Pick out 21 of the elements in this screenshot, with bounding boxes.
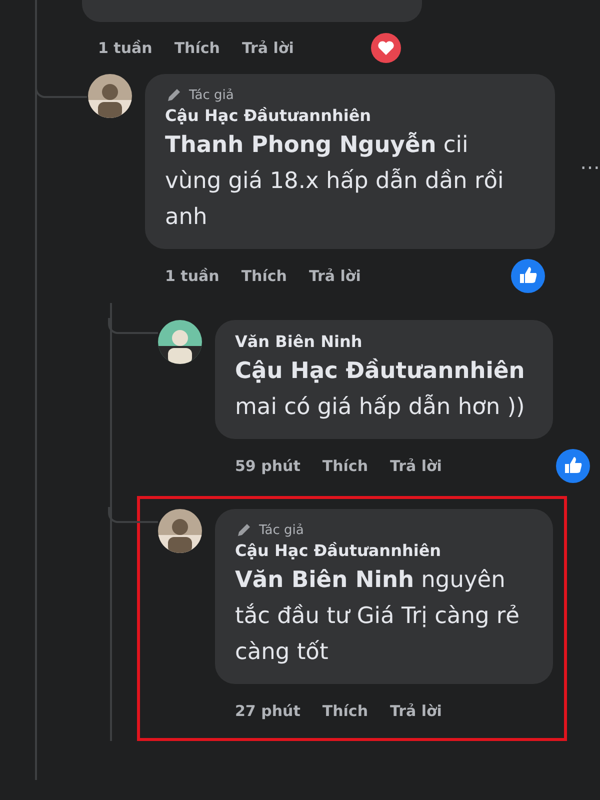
time-text[interactable]: 59 phút xyxy=(235,457,300,475)
time-text[interactable]: 1 tuần xyxy=(165,267,220,285)
reply-link[interactable]: Trả lời xyxy=(390,702,442,720)
author-label: Tác giả xyxy=(189,88,234,102)
author-label: Tác giả xyxy=(259,522,304,538)
like-link[interactable]: Thích xyxy=(174,39,220,57)
like-link[interactable]: Thích xyxy=(322,457,368,475)
time-text[interactable]: 27 phút xyxy=(235,702,300,720)
comment-text: Văn Biên Ninh nguyên tắc đầu tư Giá Trị càng rẻ càng tốt xyxy=(235,566,521,667)
comment-text: Thanh Phong Nguyễn cii vùng giá 18.x hấp dẫn dần rồi anh xyxy=(165,131,505,232)
more-button[interactable]: … xyxy=(580,150,600,174)
reply-link[interactable]: Trả lời xyxy=(308,267,361,285)
like-link[interactable]: Thích xyxy=(241,267,287,285)
time-text[interactable]: 1 tuần xyxy=(98,39,152,57)
reply-link[interactable]: Trả lời xyxy=(242,39,294,57)
like-link[interactable]: Thích xyxy=(322,702,368,720)
reply-link[interactable]: Trả lời xyxy=(390,457,442,475)
comment-text: Cậu Hạc Đầutưannhiên mai có giá hấp dẫn hơn )) xyxy=(235,357,526,422)
commenter-name[interactable]: Cậu Hạc Đầutưannhiên xyxy=(235,541,529,560)
commenter-name[interactable]: Cậu Hạc Đầutưannhiên xyxy=(165,106,531,125)
commenter-name[interactable]: Văn Biên Ninh xyxy=(235,332,529,351)
